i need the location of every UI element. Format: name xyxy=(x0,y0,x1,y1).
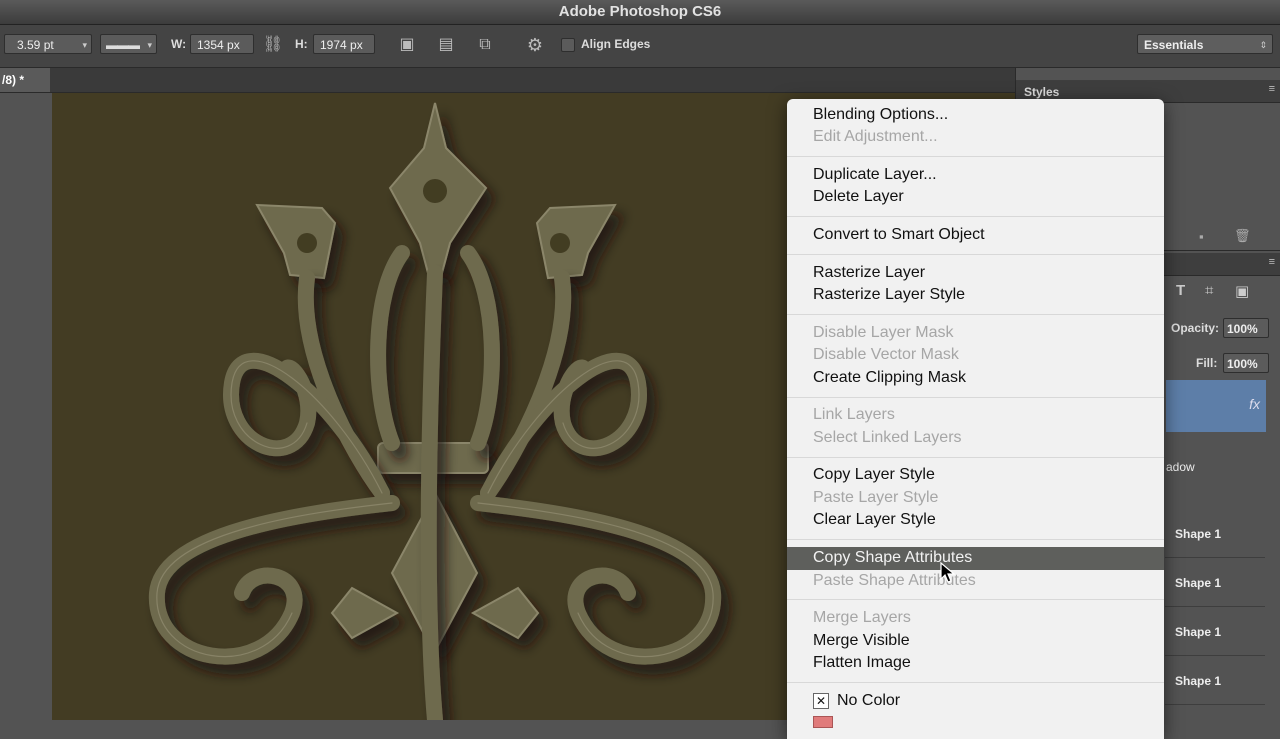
menu-item-delete-layer[interactable]: Delete Layer xyxy=(813,186,904,208)
menu-item-copy-layer-style[interactable]: Copy Layer Style xyxy=(813,464,935,486)
layer-row[interactable]: Shape 1 xyxy=(1165,510,1265,558)
menu-item-link-layers: Link Layers xyxy=(813,406,895,423)
width-label: W: xyxy=(171,37,187,51)
document-tab-bar: /8) * xyxy=(0,68,1015,93)
document-tab-label: /8) * xyxy=(2,73,25,87)
align-edges-label: Align Edges xyxy=(581,37,651,51)
menu-item-merge-visible[interactable]: Merge Visible xyxy=(813,630,910,652)
document-tab[interactable]: /8) * xyxy=(0,68,50,92)
menu-item-paste-layer-style: Paste Layer Style xyxy=(813,489,939,506)
workspace-value: Essentials xyxy=(1144,38,1204,52)
path-arrangement-icon[interactable]: ⧉ xyxy=(474,34,496,56)
styles-panel-title[interactable]: Styles xyxy=(1024,85,1059,99)
menu-item-rasterize-layer[interactable]: Rasterize Layer xyxy=(813,262,925,284)
stroke-width-field[interactable]: 3.59 pt ▾ xyxy=(4,34,92,54)
menu-separator xyxy=(787,254,1164,255)
smart-object-filter-icon[interactable]: ▣ xyxy=(1235,282,1249,300)
app-title: Adobe Photoshop CS6 xyxy=(558,3,722,20)
new-style-icon[interactable]: ▪ xyxy=(1199,229,1204,244)
menu-item-rasterize-layer-style[interactable]: Rasterize Layer Style xyxy=(813,284,965,306)
selected-layer-row[interactable]: fx xyxy=(1166,380,1266,432)
trash-icon[interactable]: 🗑 xyxy=(1234,228,1251,244)
menu-separator xyxy=(787,216,1164,217)
layer-name: Shape 1 xyxy=(1175,527,1222,541)
type-filter-icon[interactable]: T xyxy=(1176,282,1185,299)
options-bar: 3.59 pt ▾ ▬▬▬ ▾ W: 1354 px ⛓ H: 1974 px … xyxy=(0,25,1280,68)
fx-icon: fx xyxy=(1249,396,1260,412)
fill-value: 100% xyxy=(1227,357,1258,371)
menu-separator xyxy=(787,599,1164,600)
layer-name: Shape 1 xyxy=(1175,674,1222,688)
menu-item-edit-adjustment: Edit Adjustment... xyxy=(813,128,938,145)
close-icon: ✕ xyxy=(813,692,829,709)
height-field[interactable]: 1974 px xyxy=(313,34,375,54)
opacity-field[interactable]: 100% xyxy=(1223,318,1269,338)
height-value: 1974 px xyxy=(320,38,363,52)
workspace-dropdown[interactable]: Essentials ⇕ xyxy=(1137,34,1273,54)
chevron-updown-icon: ⇕ xyxy=(1259,40,1267,50)
menu-item-copy-shape-attributes[interactable]: Copy Shape Attributes xyxy=(787,547,1164,570)
layer-row[interactable]: Shape 1 xyxy=(1165,608,1265,656)
chevron-down-icon: ▾ xyxy=(147,40,152,50)
dash-line-icon: ▬▬▬ xyxy=(106,38,140,52)
chevron-down-icon: ▾ xyxy=(82,40,87,50)
layer-context-menu: Blending Options... Edit Adjustment... D… xyxy=(787,99,1164,739)
width-value: 1354 px xyxy=(197,38,240,52)
opacity-label: Opacity: xyxy=(1171,321,1220,335)
menu-item-convert-to-smart-object[interactable]: Convert to Smart Object xyxy=(813,224,985,246)
menu-item-merge-layers: Merge Layers xyxy=(813,609,911,626)
layer-name: Shape 1 xyxy=(1175,625,1222,639)
gear-icon[interactable]: ⚙ xyxy=(524,34,546,56)
align-edges-checkbox[interactable] xyxy=(561,38,575,52)
path-operations-icon[interactable]: ▣ xyxy=(396,34,418,56)
stroke-width-value: 3.59 pt xyxy=(17,38,54,52)
menu-separator xyxy=(787,397,1164,398)
menu-separator xyxy=(787,457,1164,458)
stroke-type-dropdown[interactable]: ▬▬▬ ▾ xyxy=(100,34,157,54)
menu-item-no-color[interactable]: ✕ No Color xyxy=(813,690,900,712)
fill-field[interactable]: 100% xyxy=(1223,353,1269,373)
menu-separator xyxy=(787,682,1164,683)
menu-item-blending-options[interactable]: Blending Options... xyxy=(813,104,948,126)
menu-item-duplicate-layer[interactable]: Duplicate Layer... xyxy=(813,164,937,186)
shape-filter-icon[interactable]: ⌗ xyxy=(1205,282,1213,299)
menu-item-select-linked-layers: Select Linked Layers xyxy=(813,429,962,446)
menu-separator xyxy=(787,539,1164,540)
fill-label: Fill: xyxy=(1196,356,1218,370)
panel-menu-icon[interactable]: ≡ xyxy=(1269,256,1275,268)
menu-separator xyxy=(787,156,1164,157)
opacity-value: 100% xyxy=(1227,322,1258,336)
title-bar: Adobe Photoshop CS6 xyxy=(0,0,1280,25)
layer-row[interactable]: Shape 1 xyxy=(1165,657,1265,705)
menu-item-create-clipping-mask[interactable]: Create Clipping Mask xyxy=(813,367,966,389)
menu-item-disable-layer-mask: Disable Layer Mask xyxy=(813,324,954,341)
panel-menu-icon[interactable]: ≡ xyxy=(1269,83,1275,95)
menu-item-label: No Color xyxy=(837,692,901,709)
layer-name: Shape 1 xyxy=(1175,576,1222,590)
menu-item-clear-layer-style[interactable]: Clear Layer Style xyxy=(813,509,936,531)
menu-item-flatten-image[interactable]: Flatten Image xyxy=(813,652,911,674)
menu-item-disable-vector-mask: Disable Vector Mask xyxy=(813,346,959,363)
mouse-cursor-icon xyxy=(940,562,956,583)
path-alignment-icon[interactable]: ▤ xyxy=(435,34,457,56)
layer-row[interactable]: Shape 1 xyxy=(1165,559,1265,607)
effect-row-label[interactable]: adow xyxy=(1166,460,1195,474)
red-color-swatch[interactable] xyxy=(813,716,833,728)
link-icon[interactable]: ⛓ xyxy=(262,34,284,56)
height-label: H: xyxy=(295,37,308,51)
menu-separator xyxy=(787,314,1164,315)
width-field[interactable]: 1354 px xyxy=(190,34,254,54)
